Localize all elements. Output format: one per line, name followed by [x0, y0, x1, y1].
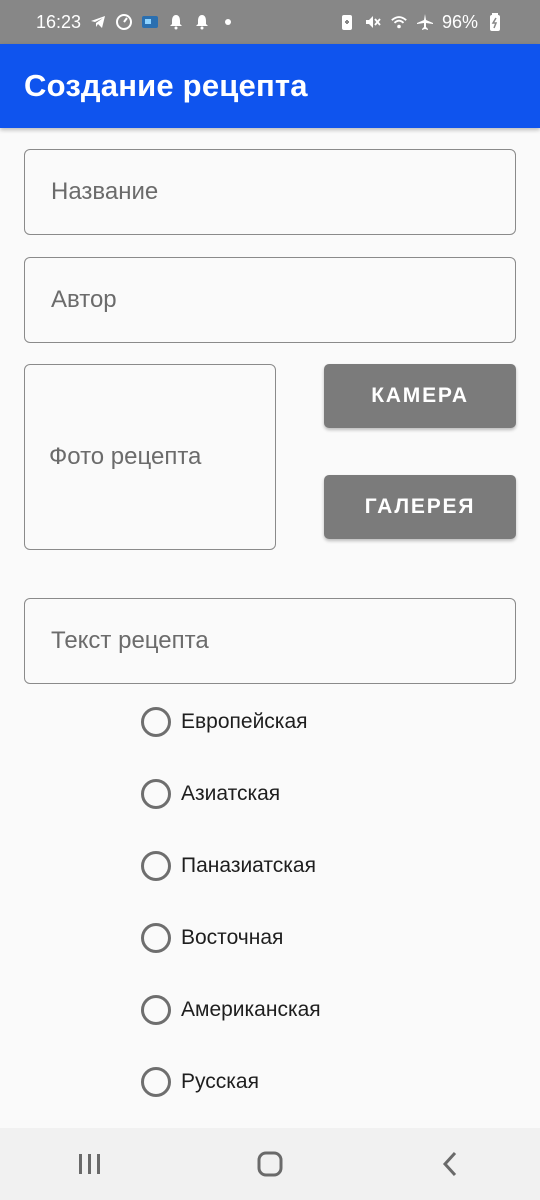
app-badge-icon — [141, 13, 159, 31]
gallery-button[interactable]: ГАЛЕРЕЯ — [324, 475, 516, 539]
home-icon[interactable] — [240, 1134, 300, 1194]
radio-button[interactable] — [141, 1067, 171, 1097]
radio-label: Американская — [181, 998, 321, 1021]
radio-european[interactable]: Европейская — [141, 704, 401, 740]
page-title: Создание рецепта — [24, 68, 308, 103]
name-input[interactable] — [49, 177, 515, 207]
battery-saver-icon — [338, 13, 356, 31]
back-icon[interactable] — [420, 1134, 480, 1194]
radio-button[interactable] — [141, 851, 171, 881]
radio-button[interactable] — [141, 995, 171, 1025]
author-field[interactable] — [24, 257, 516, 343]
radio-label: Русская — [181, 1070, 259, 1093]
radio-asian[interactable]: Азиатская — [141, 776, 401, 812]
app-bar: Создание рецепта — [0, 44, 540, 128]
radio-button[interactable] — [141, 923, 171, 953]
radio-label: Паназиатская — [181, 854, 316, 877]
battery-percent: 96% — [441, 11, 478, 32]
wifi-icon — [390, 13, 408, 31]
radio-eastern[interactable]: Восточная — [141, 920, 401, 956]
status-bar: 16:23 96% — [0, 0, 540, 44]
mute-icon — [364, 13, 382, 31]
radio-label: Азиатская — [181, 782, 281, 805]
dot-icon — [219, 13, 237, 31]
recipe-text-input[interactable] — [49, 626, 515, 656]
radio-label: Восточная — [181, 926, 284, 949]
status-time: 16:23 — [36, 11, 82, 32]
bell-icon — [167, 13, 185, 31]
radio-button[interactable] — [141, 707, 171, 737]
camera-button[interactable]: КАМЕРА — [324, 364, 516, 428]
telegram-icon — [89, 13, 107, 31]
radio-russian[interactable]: Русская — [141, 1064, 401, 1100]
airplane-icon — [416, 13, 434, 31]
name-field[interactable] — [24, 149, 516, 235]
recents-icon[interactable] — [60, 1134, 120, 1194]
bell-icon — [193, 13, 211, 31]
radio-american[interactable]: Американская — [141, 992, 401, 1028]
navigation-bar — [0, 1128, 540, 1200]
author-input[interactable] — [49, 285, 515, 315]
radio-panasian[interactable]: Паназиатская — [141, 848, 401, 884]
battery-icon — [486, 13, 504, 31]
radio-label: Европейская — [181, 710, 308, 733]
speedometer-icon — [115, 13, 133, 31]
recipe-text-field[interactable] — [24, 598, 516, 684]
radio-button[interactable] — [141, 779, 171, 809]
photo-label: Фото рецепта — [49, 443, 202, 470]
photo-preview[interactable]: Фото рецепта — [24, 364, 276, 550]
